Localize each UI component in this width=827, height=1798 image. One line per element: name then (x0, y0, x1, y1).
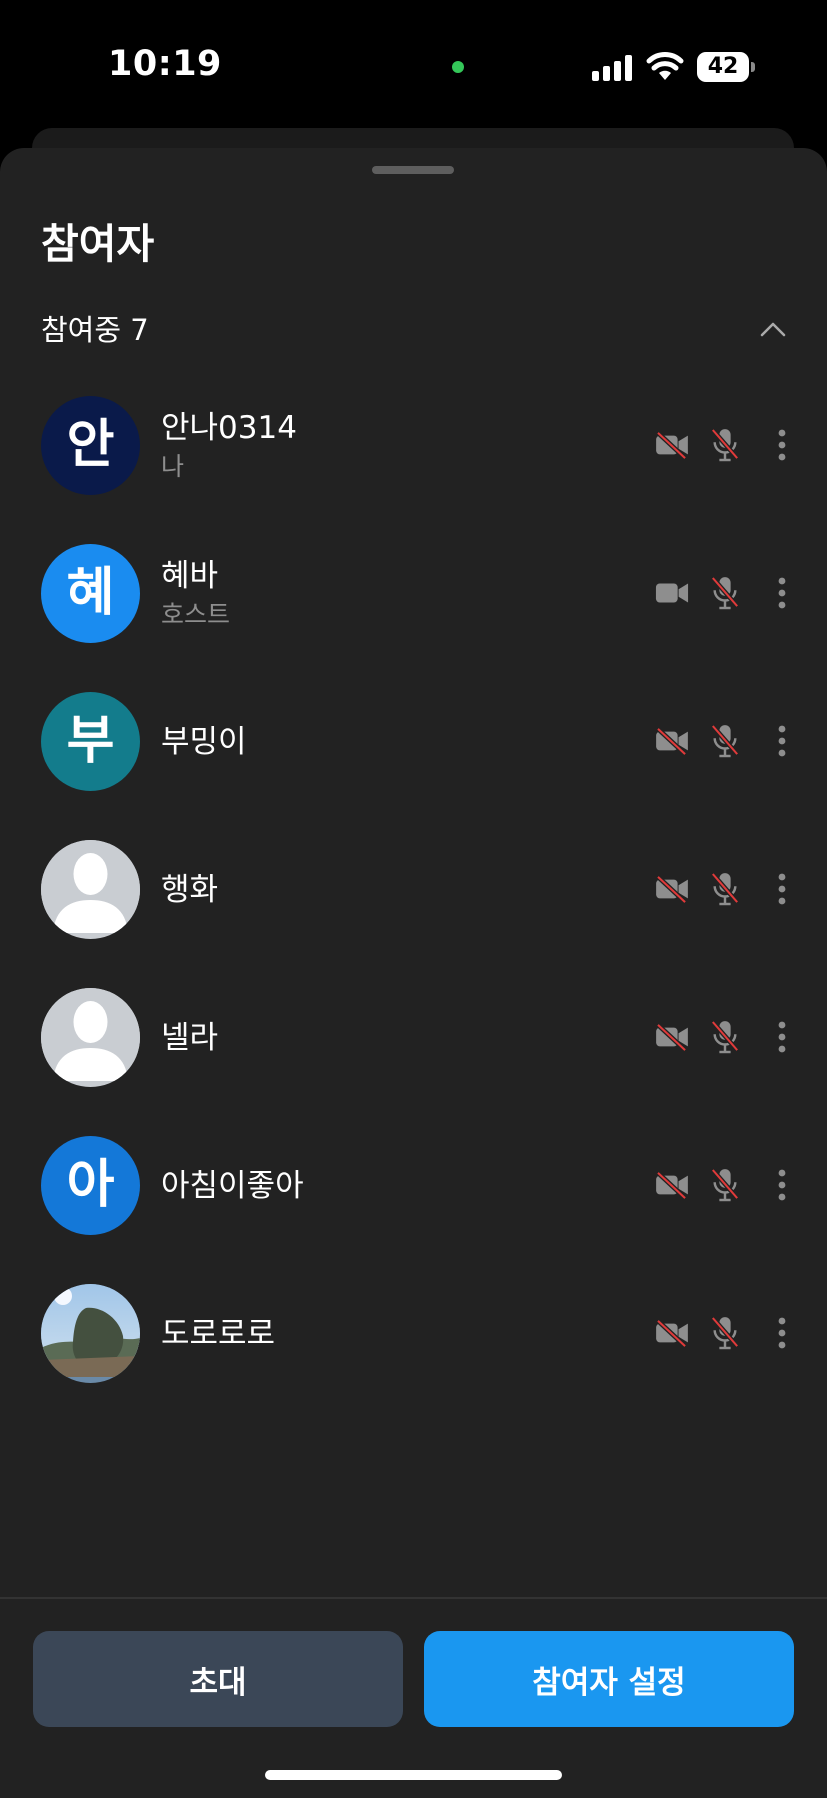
camera-on-icon[interactable] (652, 573, 692, 613)
participant-name: 아침이좋아 (161, 1167, 304, 1204)
participant-info: 안나0314 나 (161, 396, 297, 495)
avatar (41, 1284, 140, 1383)
more-options-icon[interactable] (762, 573, 802, 613)
more-options-icon[interactable] (762, 425, 802, 465)
more-options-icon[interactable] (762, 1313, 802, 1353)
more-options-icon[interactable] (762, 1165, 802, 1205)
camera-off-icon[interactable] (652, 425, 692, 465)
participant-info: 아침이좋아 (161, 1136, 304, 1235)
camera-off-icon[interactable] (652, 721, 692, 761)
section-title: 참여중 7 (41, 313, 149, 347)
participant-role: 나 (161, 451, 185, 481)
default-person-icon (41, 840, 140, 939)
participant-name: 넬라 (161, 1019, 219, 1056)
mic-off-icon[interactable] (705, 425, 745, 465)
avatar-initial: 부 (66, 711, 115, 771)
camera-off-icon[interactable] (652, 1017, 692, 1057)
wifi-icon (646, 52, 684, 80)
participant-name: 도로로로 (161, 1315, 276, 1352)
mic-off-icon[interactable] (705, 721, 745, 761)
participant-name: 안나0314 (161, 409, 297, 446)
profile-photo (41, 1284, 140, 1383)
camera-off-icon[interactable] (652, 1165, 692, 1205)
chevron-up-icon[interactable] (759, 316, 787, 344)
participant-row[interactable]: 넬라 (0, 988, 827, 1136)
participant-row[interactable]: 아 아침이좋아 (0, 1136, 827, 1284)
participant-info: 넬라 (161, 988, 218, 1087)
participants-screen: 10:19 42 참여자 참여중 7 안 안나0314 나 혜 혜바 호스트 부… (0, 0, 827, 1798)
more-options-icon[interactable] (762, 869, 802, 909)
mic-off-icon[interactable] (705, 573, 745, 613)
invite-button[interactable]: 초대 (33, 1631, 403, 1727)
participant-row[interactable]: 도로로로 (0, 1284, 827, 1432)
bottom-divider (0, 1597, 827, 1599)
participant-settings-button[interactable]: 참여자 설정 (424, 1631, 794, 1727)
participant-info: 혜바 호스트 (161, 544, 230, 643)
avatar: 안 (41, 396, 140, 495)
participant-name: 혜바 (161, 557, 219, 594)
camera-off-icon[interactable] (652, 869, 692, 909)
participant-name: 부밍이 (161, 723, 247, 760)
avatar-initial: 안 (66, 415, 115, 475)
mic-off-icon[interactable] (705, 869, 745, 909)
avatar (41, 988, 140, 1087)
status-bar: 10:19 42 (0, 0, 827, 130)
camera-off-icon[interactable] (652, 1313, 692, 1353)
participant-info: 행화 (161, 840, 218, 939)
participant-row[interactable]: 부 부밍이 (0, 692, 827, 840)
mic-off-icon[interactable] (705, 1017, 745, 1057)
avatar: 아 (41, 1136, 140, 1235)
page-title: 참여자 (41, 220, 155, 268)
more-options-icon[interactable] (762, 721, 802, 761)
avatar: 혜 (41, 544, 140, 643)
participants-section-header[interactable]: 참여중 7 (41, 308, 787, 352)
mic-off-icon[interactable] (705, 1165, 745, 1205)
avatar (41, 840, 140, 939)
participant-row[interactable]: 행화 (0, 840, 827, 988)
participant-info: 부밍이 (161, 692, 247, 791)
participant-info: 도로로로 (161, 1284, 275, 1383)
status-time: 10:19 (108, 44, 222, 84)
battery-icon: 42 (697, 52, 755, 82)
participant-row[interactable]: 혜 혜바 호스트 (0, 544, 827, 692)
avatar: 부 (41, 692, 140, 791)
camera-in-use-dot (452, 61, 464, 73)
avatar-initial: 혜 (66, 563, 115, 623)
cellular-signal-icon (592, 55, 632, 81)
participant-role: 호스트 (161, 599, 231, 629)
more-options-icon[interactable] (762, 1017, 802, 1057)
participant-name: 행화 (161, 871, 219, 908)
home-indicator (265, 1770, 562, 1780)
avatar-initial: 아 (66, 1155, 115, 1215)
sheet-grabber[interactable] (372, 166, 454, 174)
participant-row[interactable]: 안 안나0314 나 (0, 396, 827, 544)
battery-level: 42 (697, 52, 749, 82)
mic-off-icon[interactable] (705, 1313, 745, 1353)
default-person-icon (41, 988, 140, 1087)
